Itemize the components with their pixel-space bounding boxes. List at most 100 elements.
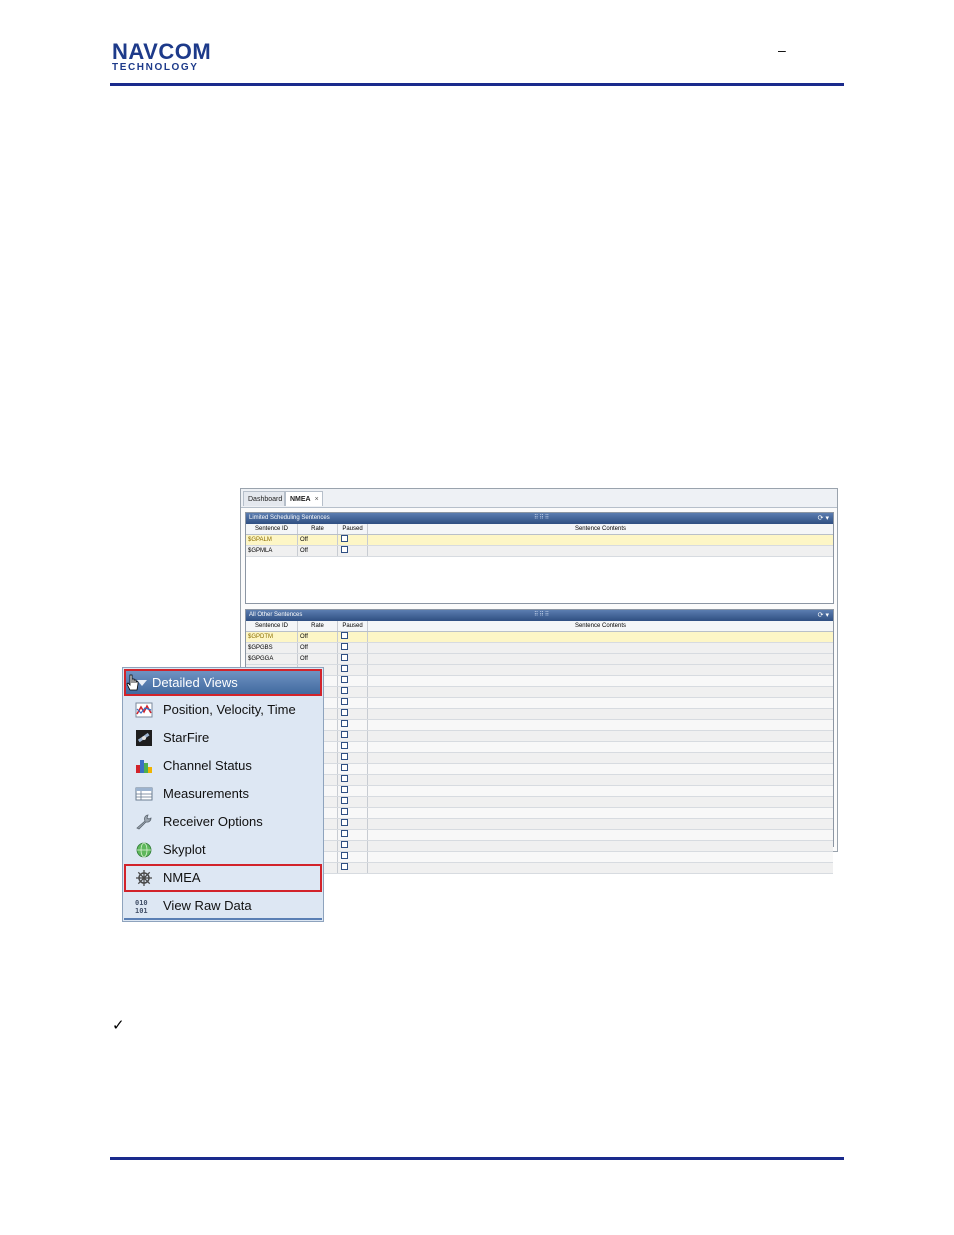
nmea-window: Dashboard NMEA × Limited Scheduling Sente… [240, 488, 838, 874]
starfire-satellite-icon [136, 730, 152, 746]
menu-item-channel-status[interactable]: Channel Status [124, 752, 322, 780]
paused-checkbox[interactable] [341, 742, 348, 750]
rate-value[interactable]: Off [298, 643, 338, 653]
panel-settings-icon[interactable]: ⟳ ▾ [818, 610, 829, 621]
column-header: Sentence ID Rate Paused Sentence Content… [246, 524, 833, 535]
paused-checkbox[interactable] [341, 808, 348, 816]
table-row[interactable] [246, 753, 833, 764]
rate-value[interactable]: Off [298, 632, 338, 642]
sentence-contents [368, 786, 833, 796]
paused-checkbox[interactable] [341, 830, 348, 838]
table-row[interactable] [246, 676, 833, 687]
menu-item-view-raw-data[interactable]: 010 101 View Raw Data [124, 892, 322, 920]
pvt-chart-icon [135, 702, 153, 718]
table-row[interactable] [246, 808, 833, 819]
column-header: Sentence ID Rate Paused Sentence Content… [246, 621, 833, 632]
hand-cursor-icon [126, 674, 139, 691]
rate-value[interactable]: Off [298, 535, 338, 545]
menu-item-pvt[interactable]: Position, Velocity, Time [124, 696, 322, 724]
sentence-id: $GPMLA [246, 546, 298, 556]
tab-dashboard[interactable]: Dashboard [243, 491, 285, 506]
col-sentence-id[interactable]: Sentence ID [246, 621, 298, 631]
paused-checkbox[interactable] [341, 753, 348, 761]
paused-checkbox[interactable] [341, 863, 348, 871]
tab-nmea[interactable]: NMEA × [285, 491, 323, 506]
paused-checkbox[interactable] [341, 731, 348, 739]
grip-icon[interactable]: ⠿⠿⠿ [534, 513, 550, 524]
rate-value[interactable]: Off [298, 654, 338, 664]
table-row[interactable] [246, 819, 833, 830]
table-row[interactable] [246, 742, 833, 753]
paused-checkbox[interactable] [341, 535, 348, 543]
panel-settings-icon[interactable]: ⟳ ▾ [818, 513, 829, 524]
all-other-sentences-panel: All Other Sentences ⠿⠿⠿ ⟳ ▾ Sentence ID … [245, 609, 834, 874]
paused-checkbox[interactable] [341, 665, 348, 673]
col-paused[interactable]: Paused [338, 621, 368, 631]
sentence-contents [368, 665, 833, 675]
paused-checkbox[interactable] [341, 764, 348, 772]
table-row[interactable] [246, 731, 833, 742]
sentence-contents [368, 863, 833, 873]
table-row[interactable] [246, 698, 833, 709]
paused-checkbox[interactable] [341, 643, 348, 651]
col-rate[interactable]: Rate [298, 621, 338, 631]
table-icon [135, 787, 153, 801]
paused-checkbox[interactable] [341, 797, 348, 805]
table-row[interactable] [246, 687, 833, 698]
paused-checkbox[interactable] [341, 654, 348, 662]
table-row[interactable] [246, 764, 833, 775]
table-row[interactable] [246, 830, 833, 841]
menu-item-starfire[interactable]: StarFire [124, 724, 322, 752]
panel-title-text: All Other Sentences [249, 612, 303, 618]
table-row[interactable] [246, 786, 833, 797]
table-row[interactable] [246, 863, 833, 874]
table-row[interactable]: $GPDTM Off [246, 632, 833, 643]
table-row[interactable] [246, 709, 833, 720]
menu-item-nmea[interactable]: NMEA [124, 864, 322, 892]
sentence-contents [368, 632, 833, 642]
sentence-contents [368, 676, 833, 686]
menu-item-skyplot[interactable]: Skyplot [124, 836, 322, 864]
menu-item-measurements[interactable]: Measurements [124, 780, 322, 808]
sentence-contents [368, 742, 833, 752]
table-row[interactable] [246, 720, 833, 731]
paused-checkbox[interactable] [341, 632, 348, 640]
grip-icon[interactable]: ⠿⠿⠿ [534, 610, 550, 621]
col-rate[interactable]: Rate [298, 524, 338, 534]
col-sentence-contents[interactable]: Sentence Contents [368, 621, 833, 631]
paused-checkbox[interactable] [341, 546, 348, 554]
menu-item-receiver-options[interactable]: Receiver Options [124, 808, 322, 836]
paused-checkbox[interactable] [341, 852, 348, 860]
close-icon[interactable]: × [315, 496, 319, 503]
sentence-contents [368, 819, 833, 829]
menu-item-label: Channel Status [163, 758, 252, 773]
col-sentence-contents[interactable]: Sentence Contents [368, 524, 833, 534]
paused-checkbox[interactable] [341, 709, 348, 717]
paused-checkbox[interactable] [341, 775, 348, 783]
detailed-views-header[interactable]: Detailed Views [124, 669, 322, 696]
col-sentence-id[interactable]: Sentence ID [246, 524, 298, 534]
col-paused[interactable]: Paused [338, 524, 368, 534]
paused-checkbox[interactable] [341, 819, 348, 827]
table-row[interactable] [246, 852, 833, 863]
paused-checkbox[interactable] [341, 687, 348, 695]
checkmark-bullet: ✓ [112, 1016, 125, 1034]
table-row[interactable] [246, 797, 833, 808]
paused-checkbox[interactable] [341, 720, 348, 728]
paused-checkbox[interactable] [341, 698, 348, 706]
paused-checkbox[interactable] [341, 676, 348, 684]
table-row[interactable]: $GPGBS Off [246, 643, 833, 654]
table-row[interactable] [246, 665, 833, 676]
paused-checkbox[interactable] [341, 841, 348, 849]
panel-title: All Other Sentences ⠿⠿⠿ ⟳ ▾ [246, 610, 833, 621]
detailed-views-label: Detailed Views [152, 675, 238, 690]
rate-value[interactable]: Off [298, 546, 338, 556]
sentence-id: $GPGBS [246, 643, 298, 653]
table-row[interactable] [246, 775, 833, 786]
paused-checkbox[interactable] [341, 786, 348, 794]
table-row[interactable] [246, 841, 833, 852]
table-row[interactable]: $GPMLA Off [246, 546, 833, 557]
table-row[interactable]: $GPGGA Off [246, 654, 833, 665]
sentence-contents [368, 698, 833, 708]
table-row[interactable]: $GPALM Off [246, 535, 833, 546]
